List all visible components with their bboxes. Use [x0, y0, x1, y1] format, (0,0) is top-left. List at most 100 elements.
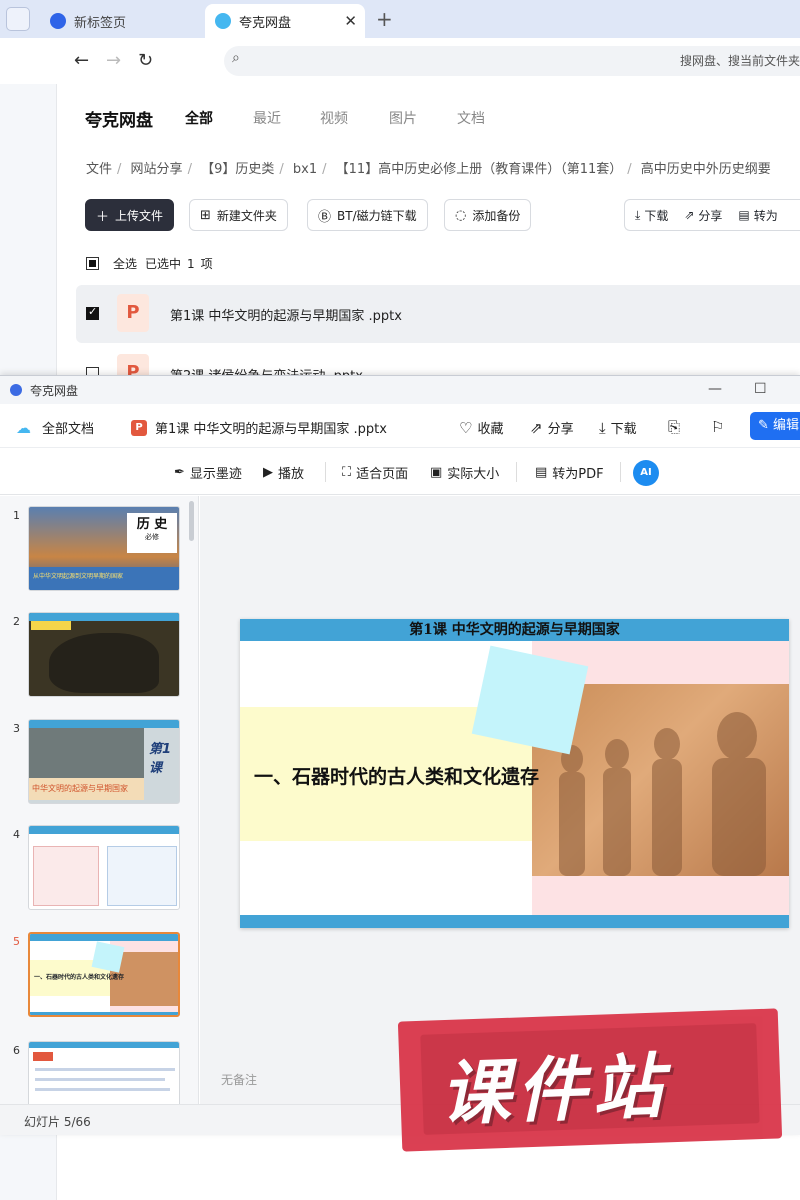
slide-thumbnail-panel: 1 历 史 必修 从中华文明起源到文明早期的国家 2 3 中华文明的起源与早期国… [0, 496, 199, 1104]
address-bar: ← → ↻ ⌕ 搜网盘、搜当前文件夹 [0, 38, 800, 84]
select-all-label[interactable]: 全选 [113, 255, 137, 272]
tab-search-icon[interactable] [6, 7, 30, 31]
thumb-text: 中华文明的起源与早期国家 [29, 778, 144, 800]
selection-row: 全选 已选中 1 项 [86, 255, 213, 272]
thumb-side-text: 第1课 [149, 742, 172, 776]
actual-size-button[interactable]: ▣ 实际大小 [430, 463, 499, 482]
upload-button[interactable]: ＋ 上传文件 [85, 199, 175, 231]
download-button[interactable]: ⤓ 下载 [599, 418, 637, 438]
viewer-titlebar: 夸克网盘 — ☐ [0, 376, 800, 404]
show-ink-button[interactable]: ✒ 显示墨迹 [174, 463, 242, 482]
share-button[interactable]: 分享 [698, 207, 722, 224]
search-icon: ⌕ [232, 50, 240, 66]
ai-assistant-button[interactable]: AI [633, 460, 659, 486]
breadcrumb: 文件 / 网站分享 / 【9】历史类 / bx1/ 【11】高中历史必修上册（教育课件… [86, 162, 771, 177]
feedback-icon[interactable]: ⚐ [711, 418, 729, 436]
slide-heading: 一、石器时代的古人类和文化遗存 [254, 766, 540, 788]
thumb-title: 历 史 [136, 517, 168, 532]
ink-icon: ✒ [174, 465, 185, 480]
slide-counter: 幻灯片 5/66 [24, 1115, 91, 1129]
add-backup-button[interactable]: ◌ 添加备份 [444, 199, 532, 231]
slide-number: 3 [13, 722, 20, 735]
open-external-icon[interactable]: ⎘ [668, 418, 685, 436]
pptx-file-icon: P [117, 294, 149, 332]
pdf-icon: ▤ [535, 465, 548, 480]
show-ink-label: 显示墨迹 [189, 467, 242, 482]
breadcrumb-item[interactable]: 网站分享 [131, 162, 183, 177]
reload-icon[interactable]: ↻ [138, 50, 153, 71]
breadcrumb-item[interactable]: 文件 [86, 162, 112, 177]
all-docs-link[interactable]: ☁ 全部文档 [16, 418, 94, 438]
new-tab-icon[interactable]: + [376, 7, 393, 31]
tab-new[interactable]: 新标签页 [40, 4, 200, 38]
thumbnail-scrollbar[interactable] [189, 501, 194, 541]
viewer-header: ☁ 全部文档 P 第1课 中华文明的起源与早期国家 .pptx ♡ 收藏 ⇗ 分… [0, 404, 800, 448]
pen-icon: ✎ [758, 418, 769, 433]
selected-count: 1 [187, 256, 195, 271]
fit-page-button[interactable]: ⛶ 适合页面 [342, 463, 408, 482]
tab-all[interactable]: 全部 [185, 108, 213, 128]
bt-label: BT/磁力链下载 [337, 208, 417, 223]
slide-thumbnail[interactable] [28, 612, 180, 697]
actual-size-icon: ▣ [430, 465, 443, 480]
breadcrumb-item[interactable]: 【9】历史类 [201, 162, 274, 177]
download-button[interactable]: 下载 [644, 207, 668, 224]
breadcrumb-item[interactable]: 高中历史中外历史纲要 [641, 162, 771, 177]
thumb-subtitle: 必修 [145, 533, 159, 541]
selected-prefix: 已选中 [145, 257, 182, 271]
play-icon: ▶ [263, 465, 273, 480]
new-folder-button[interactable]: ⊞ 新建文件夹 [189, 199, 288, 231]
slide-footer-band [240, 915, 789, 928]
tab-doc[interactable]: 文档 [457, 108, 485, 128]
plus-icon: ＋ [96, 209, 110, 225]
to-pdf-button[interactable]: ▤ 转为PDF [535, 463, 604, 482]
slide-number: 2 [13, 615, 20, 628]
heart-icon: ♡ [459, 418, 473, 437]
tab-quark-disk[interactable]: 夸克网盘 ✕ [205, 4, 365, 38]
slide-title: 第1课 中华文明的起源与早期国家 [240, 619, 789, 641]
favorite-button[interactable]: ♡ 收藏 [459, 418, 503, 438]
backup-icon: ◌ [455, 207, 467, 223]
select-all-checkbox[interactable] [86, 257, 99, 270]
tab-image[interactable]: 图片 [389, 108, 417, 128]
pptx-file-icon: P [131, 419, 147, 436]
cloud-icon: ☁ [16, 418, 31, 437]
tab-video[interactable]: 视频 [320, 108, 348, 128]
back-icon[interactable]: ← [74, 50, 89, 71]
current-slide: 第1课 中华文明的起源与早期国家 一、石器时代的古人类和文化遗存 [240, 619, 789, 928]
slide-thumbnail[interactable] [28, 1041, 180, 1104]
tab-recent[interactable]: 最近 [253, 108, 281, 128]
breadcrumb-item[interactable]: 【11】高中历史必修上册（教育课件）（第11套） [336, 162, 623, 177]
slide-number: 5 [13, 935, 20, 948]
slide-thumbnail[interactable]: 中华文明的起源与早期国家 第1课 [28, 719, 180, 804]
edit-button[interactable]: ✎ 编辑 [750, 412, 800, 440]
search-placeholder: 搜网盘、搜当前文件夹 [679, 54, 800, 68]
file-name[interactable]: 第1课 中华文明的起源与早期国家 .pptx [170, 305, 402, 324]
close-tab-icon[interactable]: ✕ [344, 12, 357, 30]
disk-logo: 夸克网盘 [85, 111, 153, 131]
minimize-icon[interactable]: — [708, 381, 722, 397]
watermark-text: 课件站 [438, 1045, 670, 1136]
viewer-window-title: 夸克网盘 [30, 383, 79, 398]
play-label: 播放 [278, 467, 305, 482]
breadcrumb-item[interactable]: bx1 [293, 162, 317, 177]
browser-logo-icon [50, 13, 66, 29]
convert-button[interactable]: 转为 [754, 207, 778, 224]
search-input[interactable]: ⌕ 搜网盘、搜当前文件夹 [224, 46, 800, 76]
slide-thumbnail[interactable]: 历 史 必修 从中华文明起源到文明早期的国家 [28, 506, 180, 591]
file-row[interactable]: P 第1课 中华文明的起源与早期国家 .pptx [76, 285, 800, 343]
cloud-icon [215, 13, 231, 29]
share-button[interactable]: ⇗ 分享 [530, 418, 574, 438]
file-checkbox[interactable] [86, 305, 99, 320]
maximize-icon[interactable]: ☐ [754, 381, 767, 397]
bt-download-button[interactable]: Ⓑ BT/磁力链下载 [307, 199, 428, 231]
play-button[interactable]: ▶ 播放 [263, 463, 304, 482]
tab-label: 新标签页 [74, 15, 127, 31]
slide-notes: 无备注 [221, 1073, 258, 1087]
forward-icon[interactable]: → [106, 50, 121, 71]
thumb-banner: 从中华文明起源到文明早期的国家 [29, 567, 179, 590]
slide-thumbnail[interactable] [28, 825, 180, 910]
bt-icon: Ⓑ [318, 209, 332, 225]
thumb-text: 一、石器时代的古人类和文化遗存 [34, 974, 125, 981]
slide-thumbnail-active[interactable]: 一、石器时代的古人类和文化遗存 [28, 932, 180, 1017]
